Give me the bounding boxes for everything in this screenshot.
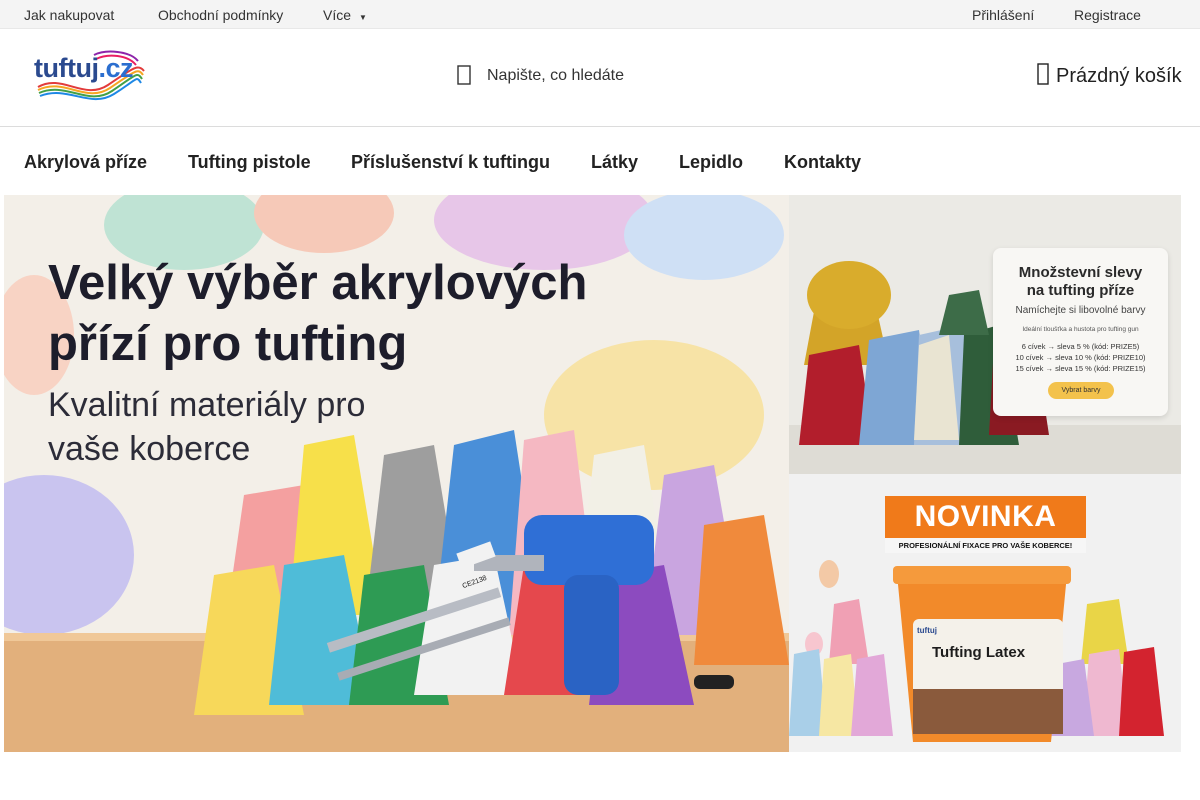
novinka-subtitle: PROFESIONÁLNÍ FIXACE PRO VAŠE KOBERCE!	[885, 538, 1086, 553]
hero-subtitle-line2: vaše koberce	[48, 430, 251, 468]
discount-tier: 10 cívek → sleva 10 % (kód: PRIZE10)	[1015, 353, 1146, 362]
cart-icon	[1037, 63, 1049, 85]
cart-button[interactable]: Prázdný košík	[1034, 61, 1194, 91]
top-utility-bar: Jak nakupovat Obchodní podmínky Více ▼ Př…	[0, 0, 1200, 29]
choose-colors-button[interactable]: Vybrat barvy	[1048, 382, 1114, 399]
discount-tiers: 6 cívek → sleva 5 % (kód: PRIZE5) 10 cív…	[1003, 341, 1158, 374]
nav-prislusenstvi[interactable]: Příslušenství k tuftingu	[351, 152, 550, 173]
discount-info: Ideální tloušťka a hustota pro tufting g…	[1022, 326, 1139, 333]
search-icon	[457, 65, 471, 85]
product-name: Tufting Latex	[932, 644, 1026, 661]
bucket-brand: tuftuj	[917, 626, 937, 635]
discount-title-line1: Množstevní slevy	[1018, 264, 1143, 281]
hero-title: Velký výběr akrylových přízí pro tufting	[48, 253, 587, 375]
register-link[interactable]: Registrace	[1074, 7, 1141, 23]
login-link[interactable]: Přihlášení	[972, 7, 1034, 23]
discount-tier: 6 cívek → sleva 5 % (kód: PRIZE5)	[1021, 342, 1140, 351]
hero-banner[interactable]: Velký výběr akrylových přízí pro tufting…	[4, 195, 789, 752]
hero-title-line1: Velký výběr akrylových	[48, 256, 588, 310]
more-menu[interactable]: Více ▼	[323, 7, 367, 23]
promo-banner-novinka[interactable]: NOVINKA PROFESIONÁLNÍ FIXACE PRO VAŠE KO…	[789, 474, 1181, 752]
discount-title-line2: na tufting příze	[1026, 282, 1135, 299]
chevron-down-icon: ▼	[359, 13, 367, 22]
discount-subtitle: Namíchejte si libovolné barvy	[1015, 305, 1146, 316]
hero-subtitle: Kvalitní materiály pro vaše koberce	[48, 383, 365, 471]
hero-subtitle-line1: Kvalitní materiály pro	[48, 386, 366, 424]
nav-akrylova-prize[interactable]: Akrylová příze	[24, 152, 147, 173]
link-obchodni-podminky[interactable]: Obchodní podmínky	[158, 7, 283, 23]
cart-label: Prázdný košík	[1056, 65, 1182, 87]
nav-tufting-pistole[interactable]: Tufting pistole	[188, 152, 311, 173]
nav-kontakty[interactable]: Kontakty	[784, 152, 861, 173]
discount-tier: 15 cívek → sleva 15 % (kód: PRIZE15)	[1015, 364, 1146, 373]
search-field[interactable]: Napište, co hledáte	[452, 63, 712, 89]
logo-wordmark: tuftuj.cz	[34, 53, 133, 84]
nav-latky[interactable]: Látky	[591, 152, 638, 173]
link-jak-nakupovat[interactable]: Jak nakupovat	[24, 7, 114, 23]
novinka-badge: NOVINKA PROFESIONÁLNÍ FIXACE PRO VAŠE KO…	[885, 496, 1086, 553]
nav-lepidlo[interactable]: Lepidlo	[679, 152, 743, 173]
main-navigation: Akrylová příze Tufting pistole Příslušen…	[0, 127, 1200, 195]
hero-title-line2: přízí pro tufting	[48, 317, 408, 371]
novinka-label: NOVINKA	[885, 496, 1086, 538]
logo-tld: .cz	[98, 53, 133, 83]
site-header: tuftuj.cz Napište, co hledáte Prázdný ko…	[0, 29, 1200, 127]
logo-name: tuftuj	[34, 53, 99, 83]
discount-title: Množstevní slevy na tufting příze	[993, 264, 1168, 300]
search-input[interactable]: Napište, co hledáte	[487, 67, 624, 85]
promo-banner-discounts[interactable]: Množstevní slevy na tufting příze Namích…	[789, 195, 1181, 474]
more-menu-label: Více	[323, 7, 352, 23]
site-logo[interactable]: tuftuj.cz	[34, 49, 146, 101]
discount-card: Množstevní slevy na tufting příze Namích…	[993, 248, 1168, 416]
